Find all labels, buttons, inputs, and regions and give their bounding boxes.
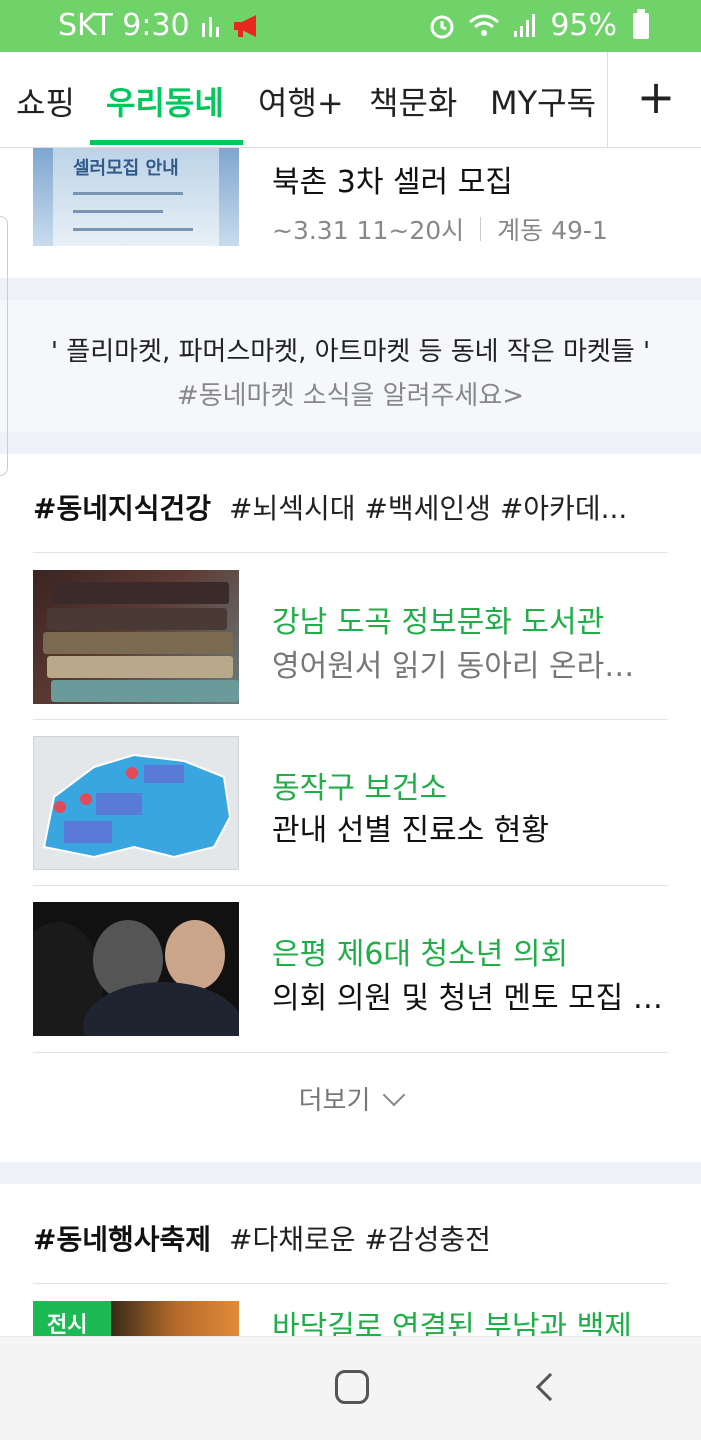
section-gap <box>0 1162 701 1184</box>
section-title[interactable]: #동네지식건강 <box>33 492 211 525</box>
map-graphic <box>42 753 232 859</box>
cloud-right <box>219 148 239 246</box>
section-gap <box>0 278 701 300</box>
item-subtitle[interactable]: 의회 의원 및 청년 멘토 모집 … <box>272 973 663 1017</box>
carrier-time: SKT 9:30 <box>58 8 190 43</box>
exhibition-thumbnail[interactable] <box>111 1301 239 1337</box>
home-icon <box>335 1370 369 1404</box>
wifi-icon <box>468 13 500 39</box>
item-title[interactable]: 강남 도곡 정보문화 도서관 <box>272 597 604 641</box>
seller-recruit-thumbnail[interactable]: 셀러모집 안내 <box>33 148 239 246</box>
recent-apps-icon[interactable] <box>140 1367 176 1407</box>
cloud-left <box>33 148 53 246</box>
card-title[interactable]: 북촌 3차 셀러 모집 <box>272 157 513 201</box>
divider <box>33 1283 668 1284</box>
signal-icon <box>512 13 538 39</box>
book-shape <box>51 680 239 702</box>
item-subtitle[interactable]: 관내 선별 진료소 현황 <box>272 805 549 849</box>
home-button[interactable] <box>334 1367 370 1407</box>
section-gap <box>0 432 701 454</box>
card-location: 계동 49-1 <box>497 216 608 245</box>
section-header: #동네행사축제 #다채로운 #감성충전 <box>33 1218 491 1258</box>
book-shape <box>43 632 233 654</box>
alarm-icon <box>428 12 456 40</box>
category-badge: 전시 <box>33 1301 111 1338</box>
card-date: ~3.31 11~20시 <box>272 216 465 245</box>
youth-council-thumbnail[interactable] <box>33 902 239 1036</box>
tab-travel[interactable]: 여행+ <box>258 78 344 124</box>
divider <box>33 719 668 720</box>
active-tab-indicator <box>90 140 243 145</box>
status-right: 95% <box>428 8 649 43</box>
library-books-thumbnail[interactable] <box>33 570 239 704</box>
data-usage-icon <box>200 13 222 39</box>
card-meta: ~3.31 11~20시 계동 49-1 <box>272 211 608 247</box>
divider <box>33 1052 668 1053</box>
book-shape <box>53 582 229 604</box>
more-label: 더보기 <box>298 1086 371 1116</box>
item-title[interactable]: 은평 제6대 청소년 의회 <box>272 929 568 973</box>
section-tags[interactable]: #뇌섹시대 #백세인생 #아카데... <box>229 492 627 525</box>
system-nav-bar <box>0 1336 701 1440</box>
section-header: #동네지식건강 #뇌섹시대 #백세인생 #아카데... <box>33 487 627 527</box>
tab-books-culture[interactable]: 책문화 <box>369 78 457 124</box>
chevron-down-icon <box>383 1083 406 1107</box>
meta-separator <box>480 217 482 241</box>
person-shape <box>165 920 225 990</box>
back-icon <box>535 1372 565 1402</box>
divider <box>33 552 668 553</box>
back-button[interactable] <box>535 1367 565 1407</box>
section-title[interactable]: #동네행사축제 <box>33 1223 211 1256</box>
add-tab-button[interactable]: + <box>636 74 676 120</box>
tab-my-subscription[interactable]: MY구독 <box>490 78 596 124</box>
thumbnail-line <box>73 228 193 231</box>
tab-divider <box>607 52 608 148</box>
section-tags[interactable]: #다채로운 #감성충전 <box>229 1223 491 1256</box>
megaphone-icon <box>232 13 262 39</box>
divider <box>33 885 668 886</box>
tab-shopping[interactable]: 쇼핑 <box>16 78 75 124</box>
more-button[interactable]: 더보기 <box>0 1080 701 1117</box>
category-tabs: 쇼핑 우리동네 여행+ 책문화 MY구독 + <box>0 52 701 148</box>
item-subtitle[interactable]: 영어원서 읽기 동아리 온라… <box>272 641 634 685</box>
book-shape <box>47 656 233 678</box>
market-banner[interactable]: ' 플리마켓, 파머스마켓, 아트마켓 등 동네 작은 마켓들 ' #동네마켓 … <box>0 300 701 432</box>
thumbnail-line <box>73 192 183 195</box>
battery-icon <box>633 8 649 39</box>
status-left: SKT 9:30 <box>58 8 262 43</box>
status-bar: SKT 9:30 95% <box>0 0 701 52</box>
district-map-thumbnail[interactable] <box>33 736 239 870</box>
book-shape <box>47 608 227 630</box>
item-title[interactable]: 동작구 보건소 <box>272 763 447 807</box>
edge-panel-handle[interactable] <box>0 216 8 476</box>
banner-line1: ' 플리마켓, 파머스마켓, 아트마켓 등 동네 작은 마켓들 ' <box>50 337 651 367</box>
thumbnail-line <box>73 210 163 213</box>
tab-neighborhood[interactable]: 우리동네 <box>106 78 224 124</box>
banner-line2[interactable]: #동네마켓 소식을 알려주세요> <box>0 375 701 412</box>
thumbnail-caption: 셀러모집 안내 <box>73 158 179 179</box>
battery-percent: 95% <box>550 8 617 43</box>
